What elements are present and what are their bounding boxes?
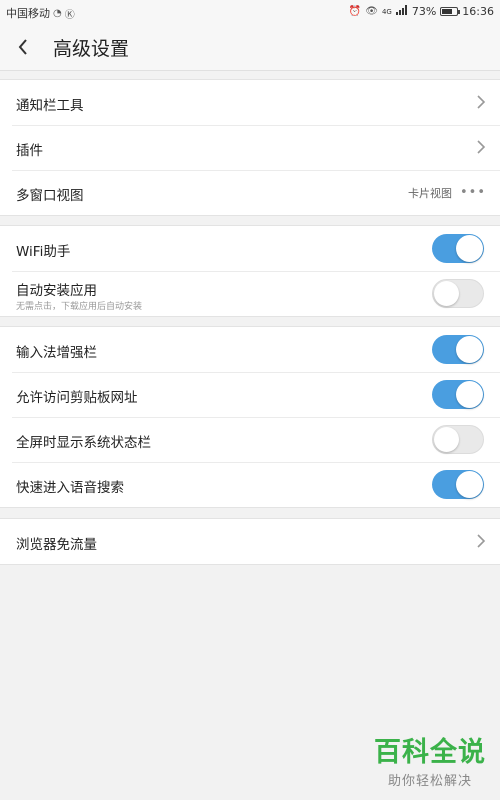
toggle-knob — [434, 427, 459, 452]
chevron-right-icon — [477, 534, 486, 548]
carrier-name: 中国移动 — [6, 7, 50, 20]
battery-fill — [442, 9, 453, 14]
row-label: 自动安装应用 — [16, 283, 97, 299]
clock: 16:36 — [462, 5, 494, 18]
app-header: 高级设置 — [0, 24, 500, 71]
status-bar-right: ⏰ 👁 4G 73% 16:36 — [349, 5, 494, 18]
battery-percent: 73% — [411, 5, 437, 18]
section-data: 浏览器免流量 — [0, 518, 500, 565]
status-bar-left: 中国移动 ◔ Ⓚ — [6, 5, 75, 21]
eye-icon: 👁 — [365, 6, 378, 17]
row-label: 浏览器免流量 — [16, 537, 97, 553]
chevron-left-icon — [18, 39, 27, 55]
row-label: 允许访问剪贴板网址 — [16, 390, 138, 406]
toggle-knob — [456, 235, 483, 262]
row-label: 输入法增强栏 — [16, 345, 97, 361]
toggle-knob — [456, 381, 483, 408]
battery-icon — [440, 7, 461, 16]
row-clipboard-url-access: 允许访问剪贴板网址 — [0, 372, 500, 417]
row-ime-enhance-bar: 输入法增强栏 — [0, 327, 500, 372]
row-multi-window-view[interactable]: 多窗口视图 卡片视图 ••• — [0, 170, 500, 215]
row-plugins[interactable]: 插件 — [0, 125, 500, 170]
alarm-icon: ⏰ — [348, 6, 362, 17]
more-dots-icon[interactable]: ••• — [460, 185, 486, 200]
quick-voice-search-toggle[interactable] — [432, 470, 484, 499]
row-quick-voice-search: 快速进入语音搜索 — [0, 462, 500, 507]
wifi-assistant-toggle[interactable] — [432, 234, 484, 263]
fullscreen-status-bar-toggle[interactable] — [432, 425, 484, 454]
row-label: 通知栏工具 — [16, 98, 84, 114]
toggle-knob — [434, 281, 459, 306]
status-bar: 中国移动 ◔ Ⓚ ⏰ 👁 4G 73% 16:36 — [0, 0, 500, 24]
chevron-right-icon — [477, 95, 486, 109]
row-label: 全屏时显示系统状态栏 — [16, 435, 151, 451]
clipboard-access-toggle[interactable] — [432, 380, 484, 409]
row-label: 多窗口视图 — [16, 188, 84, 204]
row-sublabel: 无需点击，下载应用后自动安装 — [16, 302, 143, 312]
section-tools: 通知栏工具 插件 多窗口视图 卡片视图 ••• — [0, 79, 500, 216]
auto-install-toggle[interactable] — [432, 279, 484, 308]
signal-icon — [395, 5, 408, 18]
row-browser-free-data[interactable]: 浏览器免流量 — [0, 519, 500, 564]
watermark-title: 百科全说 — [374, 737, 486, 768]
row-wifi-assistant: WiFi助手 — [0, 226, 500, 271]
chevron-right-icon — [477, 140, 486, 154]
row-auto-install-apps: 自动安装应用 无需点击，下载应用后自动安装 — [0, 271, 500, 316]
row-label: 插件 — [16, 143, 43, 159]
row-label: 快速进入语音搜索 — [16, 480, 124, 496]
section-input: 输入法增强栏 允许访问剪贴板网址 全屏时显示系统状态栏 快速进入语音搜索 — [0, 326, 500, 508]
sync-icon: ◔ — [53, 7, 62, 19]
watermark-subtitle: 助你轻松解决 — [387, 774, 472, 789]
back-button[interactable] — [14, 32, 40, 62]
watermark-logo: 百科全说 助你轻松解决 — [370, 737, 490, 790]
section-wifi: WiFi助手 自动安装应用 无需点击，下载应用后自动安装 — [0, 225, 500, 317]
ime-enhance-toggle[interactable] — [432, 335, 484, 364]
row-label: WiFi助手 — [16, 244, 71, 260]
app-notification-icon: Ⓚ — [64, 9, 75, 21]
row-notification-bar-tools[interactable]: 通知栏工具 — [0, 80, 500, 125]
row-fullscreen-status-bar: 全屏时显示系统状态栏 — [0, 417, 500, 462]
page-title: 高级设置 — [53, 38, 130, 60]
toggle-knob — [456, 336, 483, 363]
multi-window-view-value: 卡片视图 — [408, 187, 452, 200]
network-type: 4G — [381, 7, 392, 16]
toggle-knob — [456, 471, 483, 498]
